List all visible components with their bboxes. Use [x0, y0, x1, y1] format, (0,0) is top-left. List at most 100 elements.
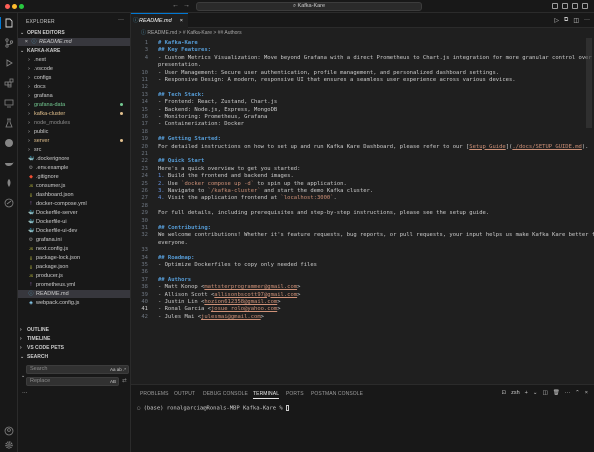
account-icon[interactable] [4, 426, 14, 436]
docker-icon[interactable] [4, 158, 14, 168]
line-number: 17 [141, 121, 148, 128]
search-section[interactable]: ⌄ SEARCH [18, 353, 130, 361]
tree-item[interactable]: › configs [18, 74, 130, 82]
run-debug-icon[interactable] [4, 58, 14, 68]
vscode-pets-section[interactable]: › VS CODE PETS [18, 344, 130, 352]
chevron-right-icon: › [20, 345, 22, 351]
panel-tab[interactable]: OUTPUT [174, 391, 195, 397]
settings-gear-icon[interactable] [4, 440, 14, 450]
more-actions-icon[interactable]: ··· [118, 17, 124, 23]
outline-section[interactable]: › OUTLINE [18, 326, 130, 334]
tree-item[interactable]: › kafka-cluster [18, 110, 130, 118]
new-terminal-icon[interactable]: + [525, 390, 528, 396]
tree-item[interactable]: ! prometheus.yml [18, 281, 130, 289]
close-tab-icon[interactable]: × [180, 14, 183, 28]
tree-item[interactable]: 🐳 Dockerfile-server [18, 209, 130, 217]
code-line: ## Getting Started: [158, 136, 221, 143]
tree-item[interactable]: › public [18, 128, 130, 136]
tree-item[interactable]: › .vscode [18, 65, 130, 73]
search-options[interactable]: Aa ab .* [110, 366, 126, 373]
minimize-window-button[interactable] [12, 4, 17, 9]
shell-label[interactable]: zsh [511, 390, 520, 396]
tree-item-label: Dockerfile-ui-dev [36, 228, 78, 234]
close-panel-icon[interactable]: × [585, 390, 588, 396]
tree-item[interactable]: ! docker-compose.yml [18, 200, 130, 208]
panel-more-icon[interactable]: ··· [565, 390, 571, 396]
remote-explorer-icon[interactable] [4, 98, 14, 108]
project-section[interactable]: ⌄ KAFKA-KARE [18, 47, 130, 55]
preserve-case-option[interactable]: AB [110, 378, 116, 385]
tree-item[interactable]: › docs [18, 83, 130, 91]
tree-item[interactable]: 🐳 Dockerfile-ui [18, 218, 130, 226]
code-editor[interactable]: 1 # Kafka-Kare 3 ## Key Features: 4 - Custom … [131, 38, 594, 384]
terminal-dropdown-icon[interactable]: ⌄ [533, 390, 538, 396]
panel-tab[interactable]: POSTMAN CONSOLE [311, 391, 363, 397]
search-details-icon[interactable]: ··· [22, 390, 28, 396]
extensions-icon[interactable] [4, 78, 14, 88]
outline-label: OUTLINE [27, 327, 49, 333]
command-center-search[interactable]: ⌕ Kafka-Kare [196, 2, 422, 11]
customize-layout-icon[interactable] [582, 3, 588, 9]
close-icon[interactable]: × [18, 38, 28, 46]
tree-item[interactable]: ⚙ .env.example [18, 164, 130, 172]
activity-bar [0, 13, 18, 452]
back-arrow-icon[interactable]: ← [172, 2, 179, 9]
tree-item[interactable]: JS consumer.js [18, 182, 130, 190]
tree-item[interactable]: {} dashboard.json [18, 191, 130, 199]
github-icon[interactable] [4, 138, 14, 148]
breadcrumb[interactable]: ⓘ README.md > # Kafka-Kare > ## Authors [131, 28, 594, 38]
code-line: ## Authors [158, 276, 192, 283]
panel-tab[interactable]: TERMINAL [253, 391, 280, 399]
toggle-secondary-sidebar-icon[interactable] [572, 3, 578, 9]
close-window-button[interactable] [5, 4, 10, 9]
tree-item[interactable]: ◈ webpack.config.js [18, 299, 130, 307]
tree-item[interactable]: {} package.json [18, 263, 130, 271]
toggle-panel-icon[interactable] [562, 3, 568, 9]
testing-icon[interactable] [4, 118, 14, 128]
panel-tab[interactable]: PROBLEMS [140, 391, 169, 397]
tree-item[interactable]: JS next.config.js [18, 245, 130, 253]
maximize-panel-icon[interactable]: ⌃ [575, 390, 580, 396]
tree-item[interactable]: › src [18, 146, 130, 154]
postman-icon[interactable] [4, 198, 14, 208]
editor-more-icon[interactable]: ··· [584, 17, 590, 24]
toggle-sidebar-icon[interactable] [552, 3, 558, 9]
source-control-icon[interactable] [4, 38, 14, 48]
kill-terminal-icon[interactable]: 🗑 [553, 390, 560, 396]
editor-scrollbar[interactable] [586, 38, 592, 128]
tree-item[interactable]: ⚙ grafana.ini [18, 236, 130, 244]
replace-all-icon[interactable]: ⇄ [122, 378, 127, 384]
open-editor-item[interactable]: × ⓘ README.md [18, 38, 130, 46]
forward-arrow-icon[interactable]: → [183, 2, 190, 9]
tree-item[interactable]: › server [18, 137, 130, 145]
split-editor-icon[interactable]: ◫ [573, 17, 579, 24]
run-icon[interactable]: ▷ [554, 17, 559, 24]
tree-item[interactable]: › grafana [18, 92, 130, 100]
tree-item[interactable]: ⓘ README.md [18, 290, 130, 298]
tree-item[interactable]: › grafana-data [18, 101, 130, 109]
maximize-window-button[interactable] [19, 4, 24, 9]
search-input[interactable]: Search Aa ab .* [26, 365, 129, 374]
toggle-replace-icon[interactable]: ⌄ [21, 373, 25, 379]
line-number: 15 [141, 106, 148, 113]
open-editors-section[interactable]: ⌄ OPEN EDITORS [18, 29, 130, 37]
tree-item[interactable]: 🐳 Dockerfile-ui-dev [18, 227, 130, 235]
timeline-section[interactable]: › TIMELINE [18, 335, 130, 343]
panel-tab[interactable]: PORTS [286, 391, 304, 397]
mongodb-leaf-icon[interactable] [4, 178, 14, 188]
tree-item[interactable]: › node_modules [18, 119, 130, 127]
tree-item[interactable]: JS producer.js [18, 272, 130, 280]
tree-item[interactable]: ◆ .gitignore [18, 173, 130, 181]
split-terminal-icon[interactable]: ◫ [542, 390, 547, 396]
explorer-icon[interactable] [4, 18, 14, 28]
replace-input[interactable]: Replace AB [26, 377, 119, 386]
open-preview-icon[interactable]: ⧉ [564, 17, 568, 24]
tree-item[interactable]: {} package-lock.json [18, 254, 130, 262]
terminal-output[interactable]: ○ (base) ronalgarcia@Ronals-MBP Kafka-Ka… [137, 405, 290, 412]
tree-item[interactable]: › .next [18, 56, 130, 64]
tree-item-label: grafana [34, 93, 53, 99]
line-number: 29 [141, 210, 148, 217]
tab-readme[interactable]: ⓘ README.md × [131, 13, 188, 28]
panel-tab[interactable]: DEBUG CONSOLE [203, 391, 248, 397]
tree-item[interactable]: 🐳 .dockerignore [18, 155, 130, 163]
